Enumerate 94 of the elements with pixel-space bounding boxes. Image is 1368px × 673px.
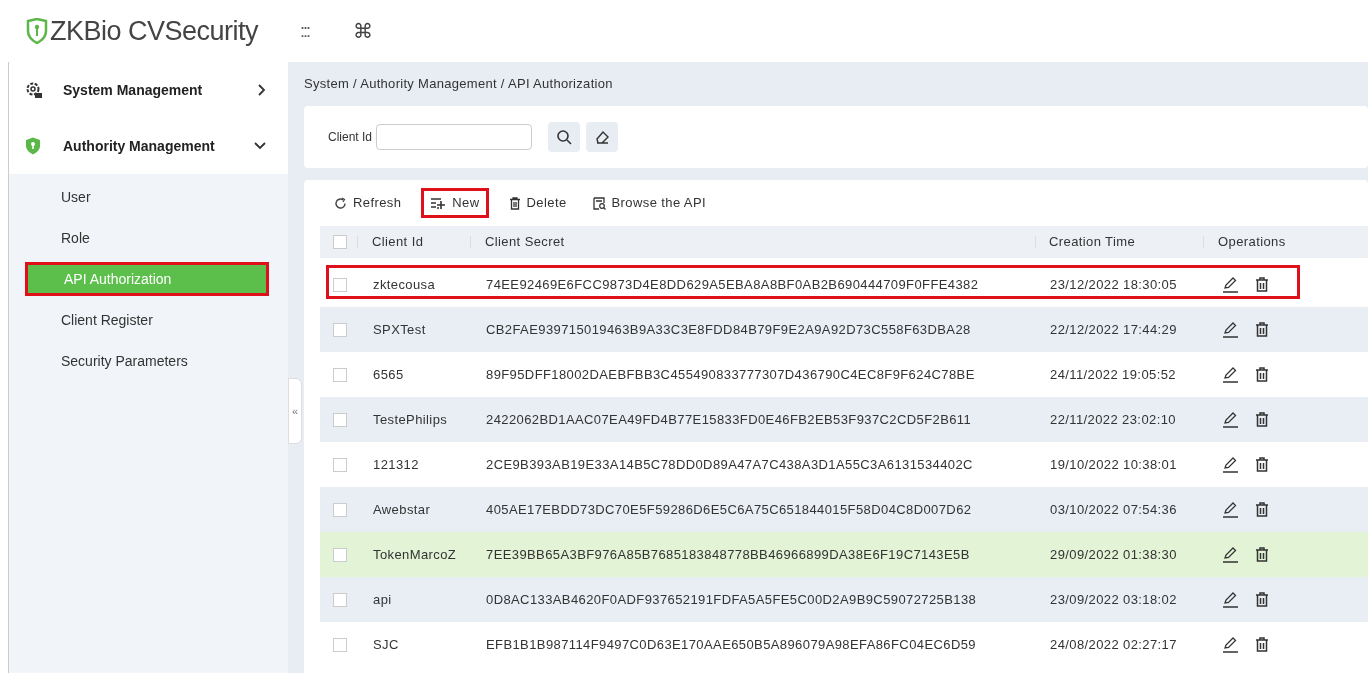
trash-icon bbox=[508, 196, 521, 210]
select-all-checkbox[interactable] bbox=[333, 235, 347, 249]
edit-icon[interactable] bbox=[1222, 501, 1239, 518]
trash-icon[interactable] bbox=[1255, 592, 1269, 607]
table-cell-text: 23/09/2022 03:18:02 bbox=[1050, 590, 1178, 609]
edit-icon[interactable] bbox=[1222, 276, 1239, 293]
row-checkbox[interactable] bbox=[333, 457, 347, 472]
column-header: Creation Time bbox=[1049, 233, 1137, 252]
table-cell-text: 405AE17EBDD73DC70E5F59286D6E5C6A75C651844015F58D04C8D007D62 bbox=[486, 500, 973, 519]
trash-icon[interactable] bbox=[1255, 502, 1269, 517]
table-cell-text: SJC bbox=[373, 635, 400, 654]
table-cell-text: EFB1B1B987114F9497C0D63E170AAE650B5A896079A98EFA86FC04EC6D59 bbox=[486, 635, 977, 654]
edit-icon[interactable] bbox=[1222, 546, 1239, 563]
table-cell-text: CB2FAE939715019463B9A33C3E8FDD84B79F9E2A9A92D73C558F63DBA28 bbox=[486, 320, 972, 339]
menu-item[interactable]: Client Register bbox=[25, 303, 269, 337]
column-header: Operations bbox=[1218, 233, 1286, 252]
table-cell-text: api bbox=[373, 590, 393, 609]
table-cell-text: 29/09/2022 01:38:30 bbox=[1050, 545, 1178, 564]
trash-icon[interactable] bbox=[1255, 277, 1269, 292]
logo-text: ZKBio CVSecurity bbox=[50, 17, 259, 45]
table-cell-text: 24/11/2022 19:05:52 bbox=[1050, 365, 1177, 384]
row-checkbox[interactable] bbox=[333, 367, 347, 382]
eraser-icon bbox=[594, 129, 611, 145]
menu-item[interactable]: Role bbox=[25, 221, 269, 255]
field-label: Client Id bbox=[328, 129, 373, 146]
table-cell-text: TokenMarcoZ bbox=[373, 545, 458, 564]
table-cell-text: TestePhilips bbox=[373, 410, 449, 429]
table-cell-text: zktecousa bbox=[373, 275, 437, 294]
table-cell-text: 2CE9B393AB19E33A14B5C78DD0D89A47A7C438A3D1A55C3A6131534402C bbox=[486, 455, 974, 474]
menu-item[interactable]: Security Parameters bbox=[25, 344, 269, 378]
row-checkbox[interactable] bbox=[333, 547, 347, 562]
row-checkbox[interactable] bbox=[333, 592, 347, 607]
row-checkbox[interactable] bbox=[333, 412, 347, 427]
table-row[interactable]: TestePhilips 2422062BD1AAC07EA49FD4B77E15833FD0E46FB2EB53F937C2CD5F2B611 22/11/2022 23:02:10 bbox=[320, 397, 1368, 442]
document-search-icon bbox=[592, 196, 606, 210]
command-icon[interactable]: ⌘ bbox=[353, 21, 373, 41]
chevron-down-icon bbox=[254, 142, 266, 150]
table-row[interactable]: Awebstar 405AE17EBDD73DC70E5F59286D6E5C6A75C651844015F58D04C8D007D62 03/10/2022 07:54:36 bbox=[320, 487, 1368, 532]
search-button[interactable] bbox=[548, 122, 581, 152]
shield-icon bbox=[25, 137, 41, 155]
column-header: Client Id bbox=[372, 233, 425, 252]
collapse-handle[interactable]: « bbox=[288, 378, 302, 444]
table-cell-text: 03/10/2022 07:54:36 bbox=[1050, 500, 1178, 519]
gear-icon bbox=[25, 81, 43, 99]
apps-menu-icon[interactable]: ::: bbox=[300, 22, 309, 40]
table-cell-text: 19/10/2022 10:38:01 bbox=[1050, 455, 1178, 474]
breadcrumb: System / Authority Management / API Authorization bbox=[304, 75, 613, 94]
edit-icon[interactable] bbox=[1222, 591, 1239, 608]
table-cell-text: 23/12/2022 18:30:05 bbox=[1050, 275, 1178, 294]
clear-button[interactable] bbox=[586, 122, 619, 152]
table-cell-text: 7EE39BB65A3BF976A85B7685183848778BB46966899DA38E6F19C7143E5B bbox=[486, 545, 971, 564]
table-cell-text: 121312 bbox=[373, 455, 420, 474]
row-checkbox[interactable] bbox=[333, 322, 347, 337]
refresh-icon bbox=[334, 196, 347, 210]
menu-group[interactable]: Authority Management bbox=[9, 118, 288, 174]
table-cell-text: 89F95DFF18002DAEBFBB3C455490833777307D436790C4EC8F9F624C78BE bbox=[486, 365, 976, 384]
toolbar-button[interactable]: New bbox=[421, 188, 489, 218]
toolbar-button[interactable]: Refresh bbox=[328, 188, 408, 218]
menu-item[interactable]: User bbox=[25, 180, 269, 214]
row-checkbox[interactable] bbox=[333, 277, 347, 292]
table-row[interactable]: SPXTest CB2FAE939715019463B9A33C3E8FDD84B79F9E2A9A92D73C558F63DBA28 22/12/2022 17:44:29 bbox=[320, 307, 1368, 352]
edit-icon[interactable] bbox=[1222, 411, 1239, 428]
row-checkbox[interactable] bbox=[333, 637, 347, 652]
edit-icon[interactable] bbox=[1222, 321, 1239, 338]
table-row[interactable]: api 0D8AC133AB4620F0ADF937652191FDFA5A5FE5C00D2A9B9C59072725B138 23/09/2022 03:18:02 bbox=[320, 577, 1368, 622]
edit-icon[interactable] bbox=[1222, 366, 1239, 383]
column-header: Client Secret bbox=[485, 233, 566, 252]
search-icon bbox=[556, 129, 573, 145]
edit-icon[interactable] bbox=[1222, 456, 1239, 473]
table-cell-text: SPXTest bbox=[373, 320, 427, 339]
trash-icon[interactable] bbox=[1255, 412, 1269, 427]
menu-group[interactable]: System Management bbox=[9, 62, 288, 118]
trash-icon[interactable] bbox=[1255, 637, 1269, 652]
shield-logo-icon bbox=[26, 18, 48, 44]
trash-icon[interactable] bbox=[1255, 547, 1269, 562]
client-id-field[interactable] bbox=[376, 124, 533, 150]
edit-icon[interactable] bbox=[1222, 636, 1239, 653]
toolbar-button[interactable]: Delete bbox=[502, 188, 573, 218]
trash-icon[interactable] bbox=[1255, 457, 1269, 472]
table-cell-text: Awebstar bbox=[373, 500, 432, 519]
chevron-right-icon bbox=[258, 84, 266, 96]
trash-icon[interactable] bbox=[1255, 367, 1269, 382]
table-cell-text: 6565 bbox=[373, 365, 405, 384]
table-row[interactable]: TokenMarcoZ 7EE39BB65A3BF976A85B7685183848778BB46966899DA38E6F19C7143E5B 29/09/2022 01:38:30 bbox=[320, 532, 1368, 577]
table-cell-text: 0D8AC133AB4620F0ADF937652191FDFA5A5FE5C00D2A9B9C59072725B138 bbox=[486, 590, 978, 609]
row-checkbox[interactable] bbox=[333, 502, 347, 517]
add-list-icon bbox=[430, 196, 447, 210]
table-cell-text: 22/12/2022 17:44:29 bbox=[1050, 320, 1178, 339]
table-cell-text: 22/11/2022 23:02:10 bbox=[1050, 410, 1177, 429]
table-cell-text: 24/08/2022 02:27:17 bbox=[1050, 635, 1178, 654]
table-cell-text: 2422062BD1AAC07EA49FD4B77E15833FD0E46FB2EB53F937C2CD5F2B611 bbox=[486, 410, 973, 429]
table-cell-text: 74EE92469E6FCC9873D4E8DD629A5EBA8A8BF0AB2B690444709F0FFE4382 bbox=[486, 275, 980, 294]
toolbar-button[interactable]: Browse the API bbox=[586, 188, 712, 218]
trash-icon[interactable] bbox=[1255, 322, 1269, 337]
